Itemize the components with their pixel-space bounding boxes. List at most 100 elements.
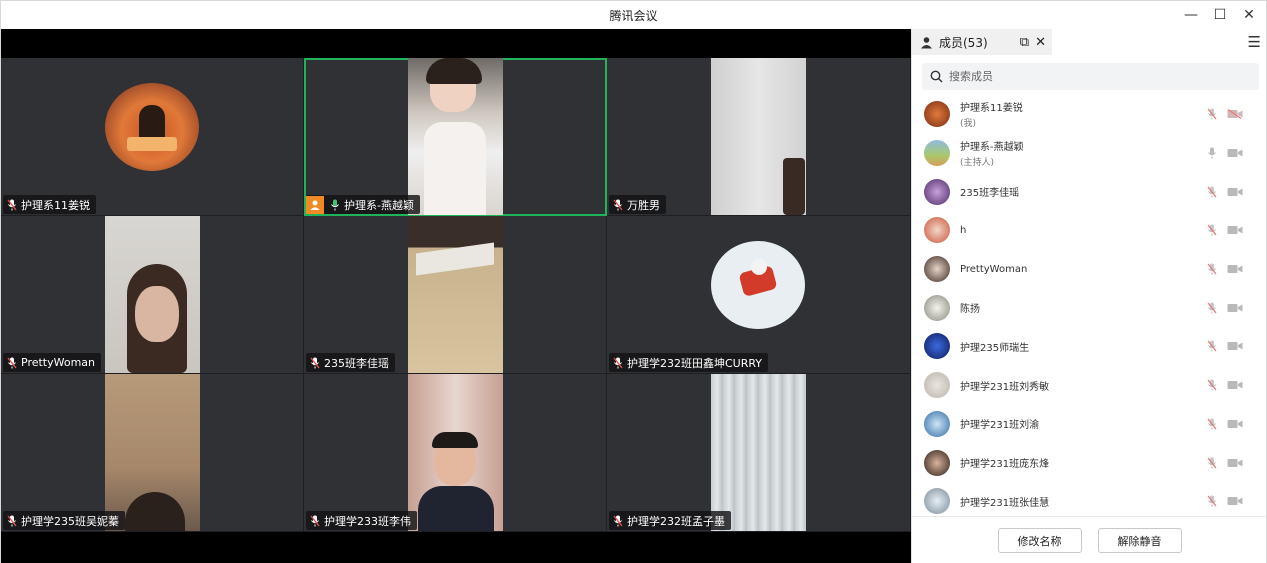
video-tile[interactable]: 护理学233班李伟	[304, 374, 607, 532]
avatar	[924, 217, 950, 244]
member-name: PrettyWoman	[960, 263, 1028, 275]
participant-nameplate: 万胜男	[609, 195, 666, 214]
video-tile[interactable]: 护理学235班吴妮蓁	[1, 374, 304, 532]
close-panel-icon[interactable]: ✕	[1035, 35, 1046, 50]
member-name: h	[960, 224, 967, 236]
mic-muted-icon[interactable]	[1207, 418, 1217, 430]
member-name: 护理学231班庞东烽	[960, 459, 1050, 471]
camera-icon[interactable]	[1227, 419, 1243, 429]
mic-muted-icon[interactable]	[1207, 263, 1217, 275]
search-icon	[930, 70, 943, 83]
member-row[interactable]: 235班李佳瑶	[912, 172, 1267, 211]
participant-name: 护理系11姜锐	[21, 198, 90, 212]
camera-icon[interactable]	[1227, 187, 1243, 197]
avatar	[924, 140, 950, 167]
camera-icon[interactable]	[1227, 341, 1243, 351]
avatar	[924, 449, 950, 476]
participant-nameplate: 护理系11姜锐	[3, 195, 96, 214]
member-row[interactable]: 护理235师瑞生	[912, 327, 1267, 366]
video-tile[interactable]: 护理学232班孟子墨	[607, 374, 911, 532]
mic-muted-icon	[7, 515, 17, 527]
video-feed	[711, 374, 806, 531]
mic-muted-icon[interactable]	[1207, 302, 1217, 314]
member-name: 护理系11姜锐	[960, 103, 1023, 115]
camera-icon[interactable]	[1227, 458, 1243, 468]
video-feed	[711, 58, 806, 215]
video-tile[interactable]: 万胜男	[607, 58, 911, 216]
video-feed	[105, 374, 200, 531]
participant-nameplate: 护理系-燕越颖	[306, 195, 420, 214]
member-name: 护理系-燕越颖	[960, 142, 1024, 154]
member-name: 护理学231班刘渝	[960, 420, 1040, 432]
member-name: 护理235师瑞生	[960, 342, 1030, 354]
video-feed	[105, 216, 200, 373]
camera-icon[interactable]	[1227, 496, 1243, 506]
camera-icon[interactable]	[1227, 303, 1243, 313]
video-feed	[408, 58, 503, 215]
participant-nameplate: PrettyWoman	[3, 353, 102, 372]
mic-muted-icon	[613, 515, 623, 527]
minimize-button[interactable]: —	[1176, 1, 1206, 29]
mic-muted-icon[interactable]	[1207, 495, 1217, 507]
member-row[interactable]: h	[912, 211, 1267, 250]
member-row[interactable]: 护理学231班庞东烽	[912, 443, 1267, 482]
mic-muted-icon[interactable]	[1207, 224, 1217, 236]
member-row[interactable]: 护理系11姜锐 (我)	[912, 95, 1267, 134]
video-tile-active-speaker[interactable]: 护理系-燕越颖	[304, 58, 607, 216]
mic-muted-icon[interactable]	[1207, 457, 1217, 469]
mic-icon[interactable]	[1207, 147, 1217, 159]
member-row[interactable]: 护理学231班刘秀敏	[912, 366, 1267, 405]
camera-icon[interactable]	[1227, 148, 1243, 158]
member-search[interactable]	[922, 63, 1259, 90]
members-panel-footer: 修改名称 解除静音	[912, 516, 1267, 563]
mic-muted-icon[interactable]	[1207, 108, 1217, 120]
participant-name: 护理学232班孟子墨	[627, 514, 725, 528]
participant-nameplate: 护理学233班李伟	[306, 511, 417, 530]
video-feed	[408, 374, 503, 531]
video-tile[interactable]: 护理系11姜锐	[1, 58, 304, 216]
member-row[interactable]: 护理学231班张佳慧	[912, 482, 1267, 521]
search-input[interactable]	[949, 70, 1229, 83]
participant-name: 万胜男	[627, 198, 660, 212]
rename-button[interactable]: 修改名称	[997, 528, 1082, 553]
avatar	[924, 488, 950, 515]
avatar	[924, 372, 950, 399]
close-button[interactable]: ✕	[1234, 1, 1264, 29]
host-badge-icon	[306, 195, 324, 214]
video-tile[interactable]: 235班李佳瑶	[304, 216, 607, 374]
video-tile[interactable]: PrettyWoman	[1, 216, 304, 374]
member-row[interactable]: 护理学231班刘渝	[912, 405, 1267, 444]
camera-off-icon[interactable]	[1227, 109, 1243, 119]
participant-name: PrettyWoman	[21, 356, 96, 369]
window-title: 腾讯会议	[609, 8, 658, 23]
members-panel: 成员(53) ⧉ ✕ ☰ 护理系11姜锐 (我)	[911, 29, 1267, 563]
member-name: 护理学231班张佳慧	[960, 497, 1050, 509]
participant-name: 护理学233班李伟	[324, 514, 411, 528]
member-row[interactable]: 陈扬	[912, 288, 1267, 327]
member-name: 陈扬	[960, 304, 980, 316]
mic-muted-icon[interactable]	[1207, 186, 1217, 198]
member-row[interactable]: 护理系-燕越颖 (主持人)	[912, 134, 1267, 173]
unmute-button[interactable]: 解除静音	[1097, 528, 1182, 553]
camera-icon[interactable]	[1227, 264, 1243, 274]
maximize-button[interactable]: ☐	[1205, 1, 1235, 29]
member-row[interactable]: PrettyWoman	[912, 250, 1267, 289]
avatar-image	[711, 241, 805, 329]
member-role: (主持人)	[960, 158, 995, 169]
video-tile[interactable]: 护理学232班田鑫坤CURRY	[607, 216, 911, 374]
mic-muted-icon	[7, 199, 17, 211]
menu-icon[interactable]: ☰	[1248, 33, 1261, 51]
mic-muted-icon[interactable]	[1207, 340, 1217, 352]
avatar	[924, 333, 950, 360]
camera-icon[interactable]	[1227, 380, 1243, 390]
popout-icon[interactable]: ⧉	[1020, 35, 1029, 50]
members-icon	[921, 36, 932, 48]
mic-muted-icon	[310, 515, 320, 527]
tab-members[interactable]: 成员(53) ⧉ ✕	[912, 29, 1052, 55]
member-name: 235班李佳瑶	[960, 188, 1020, 200]
avatar	[924, 256, 950, 283]
mic-muted-icon[interactable]	[1207, 379, 1217, 391]
camera-icon[interactable]	[1227, 225, 1243, 235]
participant-name: 护理学235班吴妮蓁	[21, 514, 119, 528]
member-name: 护理学231班刘秀敏	[960, 381, 1050, 393]
